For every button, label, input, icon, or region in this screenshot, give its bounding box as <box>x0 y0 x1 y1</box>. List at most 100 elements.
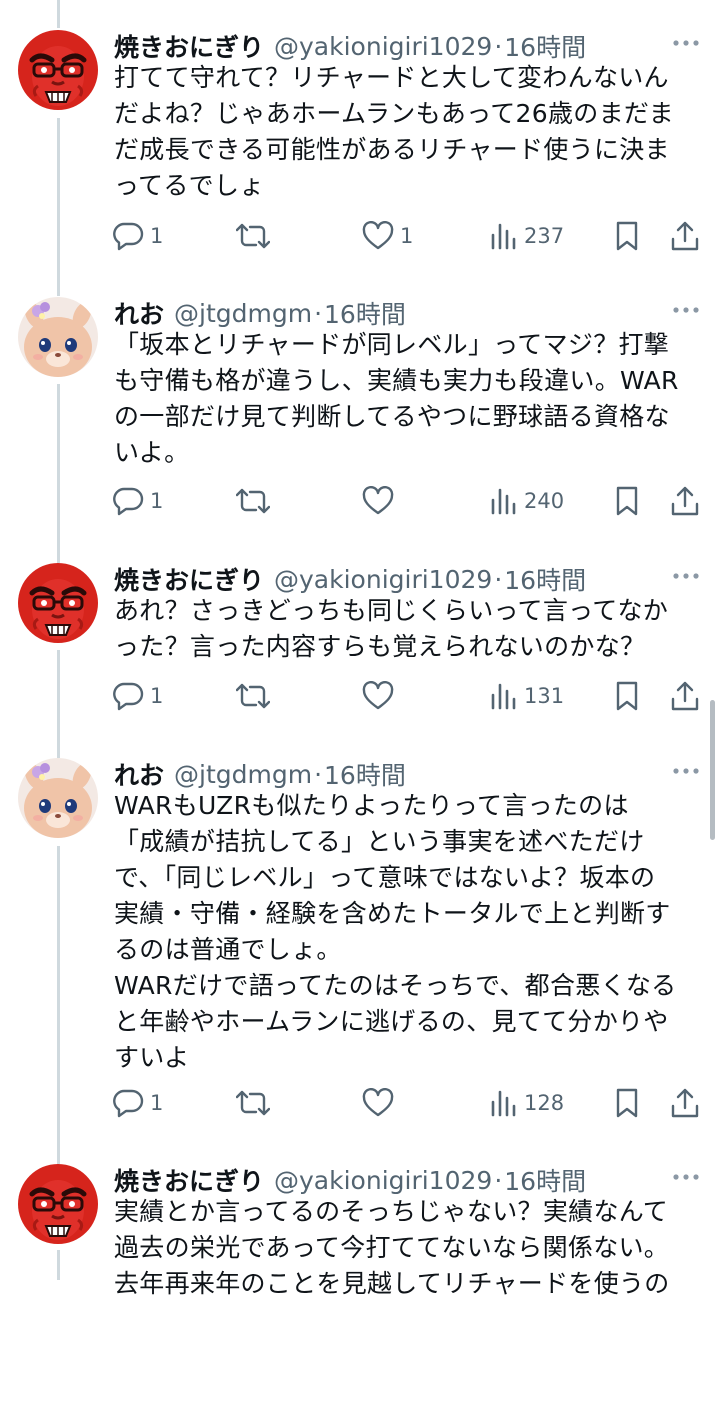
timestamp[interactable]: 16時間 <box>504 561 586 597</box>
separator-dot: · <box>494 564 503 594</box>
views-count: 131 <box>524 684 565 708</box>
bookmark-button[interactable] <box>614 481 640 521</box>
reply-button[interactable]: 1 <box>112 481 163 521</box>
like-button[interactable] <box>362 1083 400 1123</box>
more-icon[interactable] <box>671 295 701 325</box>
replies-count: 1 <box>150 684 164 708</box>
like-button[interactable] <box>362 676 400 716</box>
views-count: 128 <box>524 1091 565 1115</box>
author-handle[interactable]: @jtgdmgm <box>174 299 312 328</box>
separator-dot: · <box>494 1165 503 1195</box>
like-icon <box>362 486 394 516</box>
tweet-action-bar: 1 1 237 <box>112 216 712 256</box>
thread-connector-line <box>57 0 60 28</box>
tweet-card[interactable]: 焼きおにぎり @yakionigiri1029 · 16時間 打てて守れて？リチャードと… <box>0 30 721 280</box>
tweet-feed: 焼きおにぎり @yakionigiri1029 · 16時間 打てて守れて？リチャードと… <box>0 0 721 1298</box>
more-icon[interactable] <box>671 1162 701 1192</box>
more-icon[interactable] <box>671 28 701 58</box>
tweet-text: あれ？さっきどっちも同じくらいって言ってなか った？言った内容すらも覚えられない… <box>114 596 669 661</box>
like-icon <box>362 1088 394 1118</box>
timestamp[interactable]: 16時間 <box>324 295 406 331</box>
share-icon <box>670 1087 700 1119</box>
tweet-card[interactable]: れお @jtgdmgm · 16時間 「坂本とリチャードが同レベル」ってマジ？打撃 も守… <box>0 297 721 547</box>
repost-icon <box>236 221 270 251</box>
share-button[interactable] <box>670 481 700 521</box>
avatar[interactable] <box>18 297 98 377</box>
tweet-action-bar: 1 240 <box>112 481 712 521</box>
share-button[interactable] <box>670 216 700 256</box>
author-name[interactable]: 焼きおにぎり <box>114 561 264 597</box>
reply-icon <box>112 486 144 516</box>
author-name[interactable]: 焼きおにぎり <box>114 1162 264 1198</box>
views-button[interactable]: 131 <box>490 676 564 716</box>
views-button[interactable]: 128 <box>490 1083 564 1123</box>
repost-button[interactable] <box>236 676 276 716</box>
bookmark-icon <box>614 485 640 517</box>
like-icon <box>362 221 394 251</box>
timestamp[interactable]: 16時間 <box>504 28 586 64</box>
bookmark-button[interactable] <box>614 216 640 256</box>
separator-dot: · <box>314 759 323 789</box>
reply-icon <box>112 221 144 251</box>
tweet-action-bar: 1 131 <box>112 676 712 716</box>
avatar[interactable] <box>18 1164 98 1244</box>
reply-icon <box>112 1088 144 1118</box>
avatar[interactable] <box>18 758 98 838</box>
replies-count: 1 <box>150 1091 164 1115</box>
red-angry-face-avatar-image <box>18 1164 98 1244</box>
repost-button[interactable] <box>236 481 276 521</box>
more-icon[interactable] <box>671 756 701 786</box>
views-button[interactable]: 240 <box>490 481 564 521</box>
bookmark-icon <box>614 220 640 252</box>
reply-button[interactable]: 1 <box>112 676 163 716</box>
repost-button[interactable] <box>236 216 276 256</box>
tweet-card[interactable]: 焼きおにぎり @yakionigiri1029 · 16時間 実績とか言ってるのそっちじ… <box>0 1164 721 1414</box>
repost-icon <box>236 1088 270 1118</box>
share-icon <box>670 485 700 517</box>
tweet-text: WARもUZRも似たりよったりって言ったのは 「成績が拮抗してる」という事実を述… <box>114 791 677 1072</box>
views-count: 240 <box>524 489 565 513</box>
replies-count: 1 <box>150 489 164 513</box>
bookmark-icon <box>614 1087 640 1119</box>
avatar[interactable] <box>18 563 98 643</box>
avatar[interactable] <box>18 30 98 110</box>
author-handle[interactable]: @yakionigiri1029 <box>274 1166 492 1195</box>
author-handle[interactable]: @yakionigiri1029 <box>274 32 492 61</box>
views-count: 237 <box>524 224 565 248</box>
views-button[interactable]: 237 <box>490 216 564 256</box>
share-icon <box>670 220 700 252</box>
scrollbar[interactable] <box>710 700 715 840</box>
bookmark-button[interactable] <box>614 1083 640 1123</box>
views-icon <box>490 1088 518 1118</box>
likes-count: 1 <box>400 224 414 248</box>
more-icon[interactable] <box>671 561 701 591</box>
timestamp[interactable]: 16時間 <box>504 1162 586 1198</box>
pink-bunny-character-avatar-image <box>18 758 98 838</box>
reply-button[interactable]: 1 <box>112 216 163 256</box>
author-handle[interactable]: @yakionigiri1029 <box>274 565 492 594</box>
separator-dot: · <box>314 298 323 328</box>
red-angry-face-avatar-image <box>18 563 98 643</box>
share-icon <box>670 680 700 712</box>
author-name[interactable]: れお <box>114 756 164 792</box>
reply-icon <box>112 681 144 711</box>
author-name[interactable]: 焼きおにぎり <box>114 28 264 64</box>
views-icon <box>490 486 518 516</box>
author-handle[interactable]: @jtgdmgm <box>174 760 312 789</box>
reply-button[interactable]: 1 <box>112 1083 163 1123</box>
share-button[interactable] <box>670 1083 700 1123</box>
tweet-card[interactable]: れお @jtgdmgm · 16時間 WARもUZRも似たりよったりって言ったのは 「成… <box>0 756 721 1118</box>
share-button[interactable] <box>670 676 700 716</box>
bookmark-button[interactable] <box>614 676 640 716</box>
tweet-text: 「坂本とリチャードが同レベル」ってマジ？打撃 も守備も格が違うし、実績も実力も段… <box>114 330 679 467</box>
timestamp[interactable]: 16時間 <box>324 756 406 792</box>
separator-dot: · <box>494 31 503 61</box>
tweet-text: 実績とか言ってるのそっちじゃない？実績なんて 過去の栄光であって今打ててないなら… <box>114 1197 670 1298</box>
red-angry-face-avatar-image <box>18 30 98 110</box>
pink-bunny-character-avatar-image <box>18 297 98 377</box>
like-button[interactable] <box>362 481 400 521</box>
repost-icon <box>236 681 270 711</box>
repost-button[interactable] <box>236 1083 276 1123</box>
like-button[interactable]: 1 <box>362 216 413 256</box>
author-name[interactable]: れお <box>114 295 164 331</box>
